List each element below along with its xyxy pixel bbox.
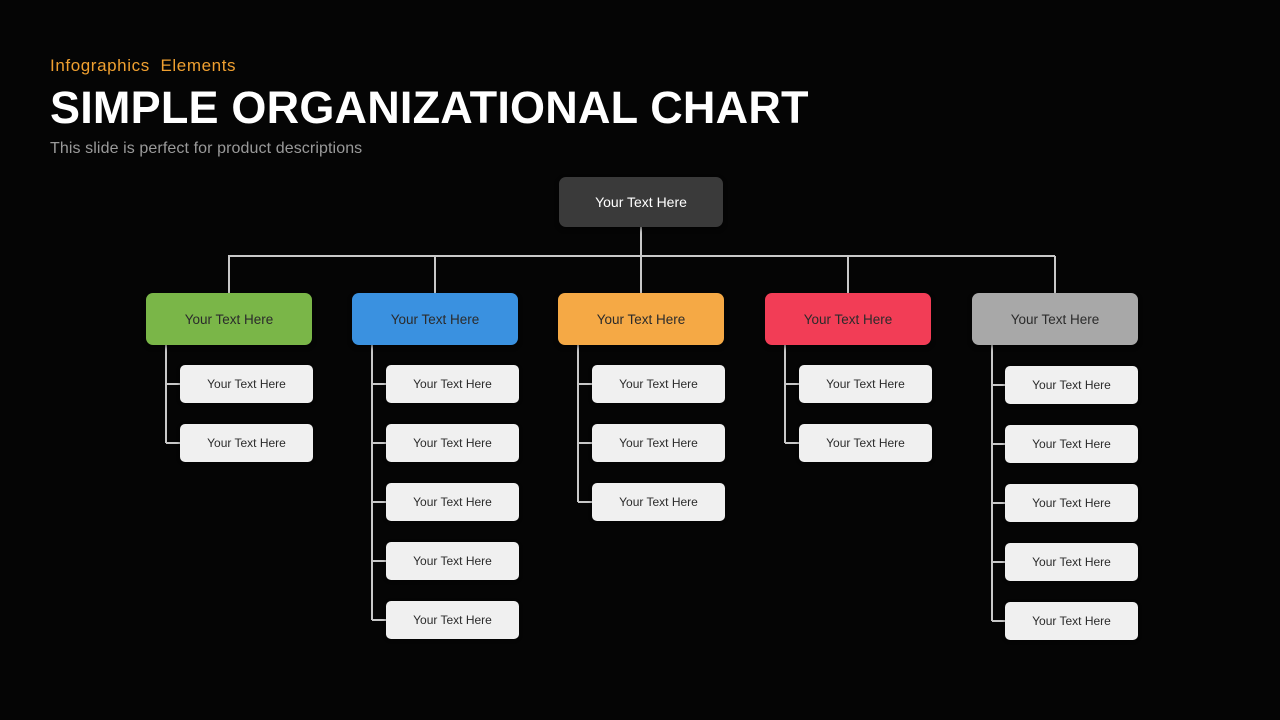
org-node-branch-3-leaf-3-label: Your Text Here xyxy=(619,495,698,509)
org-node-root[interactable]: Your Text Here xyxy=(559,177,723,227)
org-node-branch-2-leaf-5-label: Your Text Here xyxy=(413,613,492,627)
org-node-branch-5-label: Your Text Here xyxy=(1010,311,1100,327)
slide-canvas: Infographics Elements SIMPLE ORGANIZATIO… xyxy=(0,0,1280,720)
org-node-branch-5-leaf-3-label: Your Text Here xyxy=(1032,496,1111,510)
org-node-branch-3-leaf-2-label: Your Text Here xyxy=(619,436,698,450)
org-node-branch-4-leaf-2-label: Your Text Here xyxy=(826,436,905,450)
org-node-branch-5-leaf-3[interactable]: Your Text Here xyxy=(1005,484,1138,522)
org-node-branch-3-leaf-3[interactable]: Your Text Here xyxy=(592,483,725,521)
org-node-branch-5-leaf-2[interactable]: Your Text Here xyxy=(1005,425,1138,463)
org-node-branch-5-leaf-5-label: Your Text Here xyxy=(1032,614,1111,628)
org-node-branch-4[interactable]: Your Text Here xyxy=(765,293,931,345)
org-node-branch-4-label: Your Text Here xyxy=(803,311,893,327)
org-node-branch-2-leaf-3-label: Your Text Here xyxy=(413,495,492,509)
org-node-branch-4-leaf-1-label: Your Text Here xyxy=(826,377,905,391)
org-node-branch-2-label: Your Text Here xyxy=(390,311,480,327)
org-node-branch-1-leaf-1[interactable]: Your Text Here xyxy=(180,365,313,403)
org-node-branch-2-leaf-3[interactable]: Your Text Here xyxy=(386,483,519,521)
org-node-branch-3-label: Your Text Here xyxy=(596,311,686,327)
org-node-branch-1-leaf-2[interactable]: Your Text Here xyxy=(180,424,313,462)
org-node-branch-2-leaf-2[interactable]: Your Text Here xyxy=(386,424,519,462)
org-node-branch-5-leaf-4[interactable]: Your Text Here xyxy=(1005,543,1138,581)
org-node-branch-2-leaf-4[interactable]: Your Text Here xyxy=(386,542,519,580)
org-node-branch-2-leaf-4-label: Your Text Here xyxy=(413,554,492,568)
org-node-branch-5-leaf-5[interactable]: Your Text Here xyxy=(1005,602,1138,640)
org-node-branch-3-leaf-2[interactable]: Your Text Here xyxy=(592,424,725,462)
org-node-root-label: Your Text Here xyxy=(595,194,687,210)
org-node-branch-5-leaf-2-label: Your Text Here xyxy=(1032,437,1111,451)
org-node-branch-1-leaf-2-label: Your Text Here xyxy=(207,436,286,450)
org-chart: Your Text Here Your Text Here Your Text He… xyxy=(0,0,1280,720)
org-node-branch-5-leaf-4-label: Your Text Here xyxy=(1032,555,1111,569)
org-node-branch-2-leaf-1-label: Your Text Here xyxy=(413,377,492,391)
org-node-branch-2-leaf-1[interactable]: Your Text Here xyxy=(386,365,519,403)
org-node-branch-2-leaf-2-label: Your Text Here xyxy=(413,436,492,450)
org-node-branch-3-leaf-1[interactable]: Your Text Here xyxy=(592,365,725,403)
org-node-branch-3[interactable]: Your Text Here xyxy=(558,293,724,345)
org-node-branch-1-leaf-1-label: Your Text Here xyxy=(207,377,286,391)
org-node-branch-5-leaf-1[interactable]: Your Text Here xyxy=(1005,366,1138,404)
org-node-branch-2[interactable]: Your Text Here xyxy=(352,293,518,345)
org-node-branch-2-leaf-5[interactable]: Your Text Here xyxy=(386,601,519,639)
org-node-branch-4-leaf-2[interactable]: Your Text Here xyxy=(799,424,932,462)
org-node-branch-4-leaf-1[interactable]: Your Text Here xyxy=(799,365,932,403)
org-node-branch-1[interactable]: Your Text Here xyxy=(146,293,312,345)
org-node-branch-1-label: Your Text Here xyxy=(184,311,274,327)
org-node-branch-5-leaf-1-label: Your Text Here xyxy=(1032,378,1111,392)
org-node-branch-5[interactable]: Your Text Here xyxy=(972,293,1138,345)
org-node-branch-3-leaf-1-label: Your Text Here xyxy=(619,377,698,391)
